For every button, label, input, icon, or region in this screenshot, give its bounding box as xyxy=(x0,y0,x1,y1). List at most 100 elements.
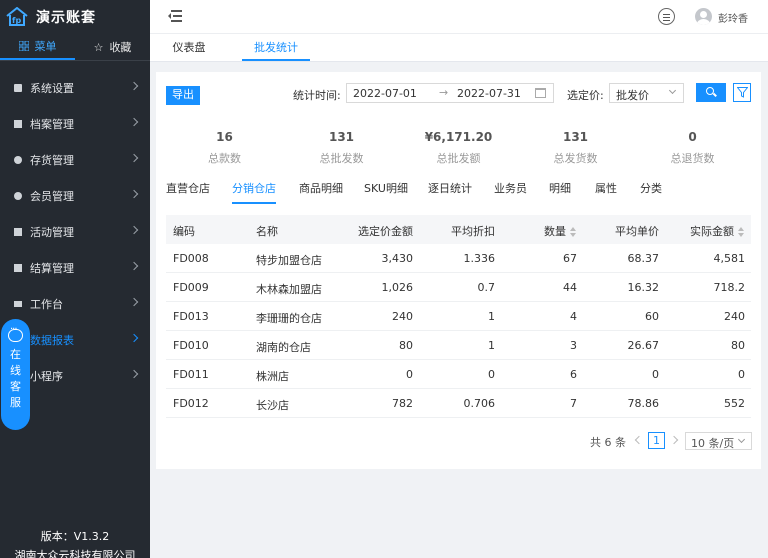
archive-icon xyxy=(14,120,22,128)
search-button[interactable] xyxy=(696,83,726,102)
price-type-select[interactable]: 批发价 xyxy=(609,83,684,103)
search-icon xyxy=(706,87,714,95)
chevron-down-icon xyxy=(668,86,677,95)
tab-wholesale-stats[interactable]: 批发统计 xyxy=(242,34,310,61)
tab-attribute[interactable]: 属性 xyxy=(595,180,617,204)
table-row[interactable]: FD008 特步加盟仓店 3,430 1.336 67 68.37 4,581 xyxy=(166,244,751,273)
stat-total-wholesale-qty: 131 总批发数 xyxy=(283,130,400,166)
online-service-button[interactable]: 在 线 客 服 xyxy=(1,319,30,430)
date-end[interactable]: 2022-07-31 xyxy=(457,87,521,100)
col-name: 名称 xyxy=(256,225,278,238)
page-size-select[interactable]: 10 条/页 xyxy=(685,432,752,450)
sort-icon[interactable] xyxy=(570,227,577,237)
prev-page-icon[interactable] xyxy=(634,435,644,445)
cell-avg-unit-price: 0 xyxy=(652,368,659,381)
table-row[interactable]: FD011 株洲店 0 0 6 0 0 xyxy=(166,360,751,389)
sidebar: fp 演示账套 菜单 ☆ 收藏 系统设置 档案管理 存货管理 会员管理 活动管理… xyxy=(0,0,150,558)
sidebar-item-settings[interactable]: 系统设置 xyxy=(0,70,150,106)
avatar[interactable] xyxy=(695,8,712,25)
top-header: 彭玲香 xyxy=(150,0,768,34)
cell-code: FD008 xyxy=(173,252,209,265)
export-button[interactable]: 导出 xyxy=(166,86,200,105)
sidebar-item-member[interactable]: 会员管理 xyxy=(0,178,150,214)
chevron-right-icon xyxy=(129,333,139,343)
stat-label: 总退货数 xyxy=(670,152,715,165)
price-type-label: 选定价: xyxy=(567,89,604,102)
sidebar-item-workbench[interactable]: 工作台 xyxy=(0,286,150,322)
tab-dashboard[interactable]: 仪表盘 xyxy=(167,34,211,61)
member-icon xyxy=(14,192,22,200)
version-text: 版本：V1.3.2 xyxy=(40,530,110,543)
cell-name: 株洲店 xyxy=(256,370,289,383)
date-range-picker[interactable]: 2022-07-01 → 2022-07-31 xyxy=(346,83,554,103)
chat-bubble-icon xyxy=(8,324,23,342)
user-name[interactable]: 彭玲香 xyxy=(718,10,748,25)
sidebar-item-label: 数据报表 xyxy=(30,334,74,347)
grid-icon xyxy=(18,41,29,51)
tab-daily-stats[interactable]: 逐日统计 xyxy=(428,180,472,204)
sort-icon[interactable] xyxy=(738,227,745,237)
sidebar-tab-label: 收藏 xyxy=(109,41,132,54)
cell-quantity: 4 xyxy=(570,310,577,323)
cell-selected-price-amount: 240 xyxy=(392,310,413,323)
cell-avg-discount: 0.7 xyxy=(477,281,496,294)
page-tabs: 仪表盘 批发统计 xyxy=(150,34,768,62)
tab-category[interactable]: 分类 xyxy=(640,180,662,204)
table-row[interactable]: FD009 木林森加盟店 1,026 0.7 44 16.32 718.2 xyxy=(166,273,751,302)
sidebar-item-label: 存货管理 xyxy=(30,154,74,167)
sidebar-item-inventory[interactable]: 存货管理 xyxy=(0,142,150,178)
table-row[interactable]: FD013 李珊珊的仓店 240 1 4 60 240 xyxy=(166,302,751,331)
cell-avg-unit-price: 78.86 xyxy=(627,397,660,410)
chevron-right-icon xyxy=(129,189,139,199)
tab-sku-detail[interactable]: SKU明细 xyxy=(364,180,408,204)
collapse-menu-icon[interactable] xyxy=(168,10,182,22)
service-char: 线 xyxy=(10,364,21,377)
app-logo[interactable]: fp 演示账套 xyxy=(0,0,150,34)
col-code: 编码 xyxy=(173,225,195,238)
col-quantity[interactable]: 数量 xyxy=(544,223,577,239)
sidebar-item-activity[interactable]: 活动管理 xyxy=(0,214,150,250)
stat-label: 总批发额 xyxy=(436,152,481,165)
filter-button[interactable] xyxy=(733,83,751,102)
menu-circle-icon[interactable] xyxy=(658,8,675,25)
sidebar-item-archive[interactable]: 档案管理 xyxy=(0,106,150,142)
cell-selected-price-amount: 80 xyxy=(399,339,413,352)
date-start[interactable]: 2022-07-01 xyxy=(353,87,417,100)
price-type-value: 批发价 xyxy=(616,89,649,102)
sidebar-tab-menu[interactable]: 菜单 xyxy=(0,34,75,60)
stat-total-styles: 16 总款数 xyxy=(166,130,283,166)
cell-name: 长沙店 xyxy=(256,399,289,412)
tab-distribution-stores[interactable]: 分销仓店 xyxy=(232,180,276,204)
logo-house-icon: fp xyxy=(6,7,28,26)
divider xyxy=(0,60,150,61)
tab-salesperson[interactable]: 业务员 xyxy=(494,180,527,204)
cell-selected-price-amount: 1,026 xyxy=(381,281,414,294)
cell-code: FD010 xyxy=(173,339,209,352)
sidebar-item-label: 小程序 xyxy=(30,370,63,383)
company-text: 湖南大众云科技有限公司 xyxy=(14,549,136,558)
page-size-value: 10 条/页 xyxy=(691,437,735,450)
sidebar-tab-favorites[interactable]: ☆ 收藏 xyxy=(75,34,150,60)
service-char: 在 xyxy=(10,348,21,361)
tab-direct-stores[interactable]: 直营仓店 xyxy=(166,180,210,204)
cell-actual-amount: 0 xyxy=(738,368,745,381)
tab-product-detail[interactable]: 商品明细 xyxy=(299,180,343,204)
cell-code: FD012 xyxy=(173,397,209,410)
tab-detail[interactable]: 明细 xyxy=(549,180,571,204)
col-selected-price-amount: 选定价金额 xyxy=(358,225,413,238)
stat-label: 总批发数 xyxy=(319,152,364,165)
page-number[interactable]: 1 xyxy=(648,432,665,449)
next-page-icon[interactable] xyxy=(669,435,679,445)
filter-icon xyxy=(737,87,748,98)
sidebar-item-label: 活动管理 xyxy=(30,226,74,239)
svg-text:fp: fp xyxy=(12,16,21,25)
sidebar-item-settlement[interactable]: 结算管理 xyxy=(0,250,150,286)
stat-value: 131 xyxy=(562,130,589,144)
cell-actual-amount: 4,581 xyxy=(713,252,746,265)
table-row[interactable]: FD012 长沙店 782 0.706 7 78.86 552 xyxy=(166,389,751,418)
col-actual-amount[interactable]: 实际金额 xyxy=(690,223,745,239)
workbench-icon xyxy=(14,301,22,307)
col-label: 数量 xyxy=(544,225,566,238)
pagination-total: 共 6 条 xyxy=(590,436,626,449)
table-row[interactable]: FD010 湖南的仓店 80 1 3 26.67 80 xyxy=(166,331,751,360)
